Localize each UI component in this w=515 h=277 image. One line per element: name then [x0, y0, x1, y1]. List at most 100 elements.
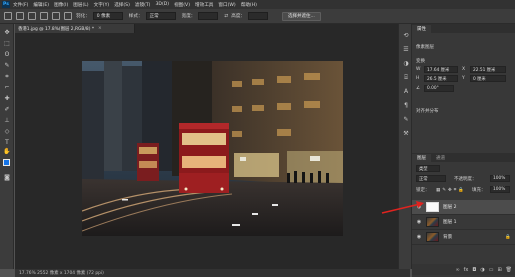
layers-tabs: 图层 通道	[412, 153, 515, 162]
crop-tool-icon[interactable]: ⌗	[3, 73, 11, 81]
menu-edit[interactable]: 编辑(E)	[33, 2, 49, 8]
height-field[interactable]: 26.5 厘米	[424, 75, 458, 82]
status-bar: 17.76% 2552 像素 x 1704 像素 (72 ppi)	[15, 269, 410, 277]
lock-options-icons[interactable]: ▦✎✥⌗🔒	[436, 187, 466, 193]
menu-bar: Ps 文件(F) 编辑(E) 图像(I) 图层(L) 文字(Y) 选择(S) 滤…	[0, 0, 515, 9]
layer-thumbnail	[426, 202, 439, 212]
eye-icon[interactable]: ◉	[415, 219, 423, 225]
opacity-field[interactable]: 100%	[490, 175, 510, 182]
height-input[interactable]	[248, 12, 269, 20]
type-tool-icon[interactable]: T	[3, 139, 11, 147]
adjustment-layer-icon[interactable]: ◑	[480, 267, 484, 273]
menu-help[interactable]: 帮助(H)	[241, 2, 257, 8]
subtract-selection-icon[interactable]	[52, 12, 60, 20]
menu-select[interactable]: 选择(S)	[114, 2, 130, 8]
tools-panel: ✥ ⬚ ʘ ✎ ⌗ ⌐ ✚ ✐ ⊥ ◇ T ✋ ◙	[0, 24, 14, 269]
tab-properties[interactable]: 属性	[412, 25, 431, 33]
brush-settings-icon[interactable]: ✎	[402, 116, 410, 124]
eye-icon[interactable]: ◉	[415, 234, 423, 240]
tool-presets-icon[interactable]: ⚒	[402, 130, 410, 138]
layer-name: 图层 2	[443, 205, 457, 210]
lock-label: 锁定：	[416, 188, 430, 193]
add-mask-icon[interactable]: ◘	[472, 267, 476, 273]
photoshop-logo-icon: Ps	[2, 1, 10, 8]
quick-select-tool-icon[interactable]: ✎	[3, 62, 11, 70]
menu-window[interactable]: 窗口(W)	[218, 2, 235, 8]
h-label: H	[416, 76, 420, 81]
swap-icon[interactable]: ⇄	[224, 14, 228, 19]
menu-layer[interactable]: 图层(L)	[73, 2, 88, 8]
healing-brush-icon[interactable]: ✚	[3, 95, 11, 103]
layer-style-icon[interactable]: fx	[464, 267, 469, 273]
foreground-color-swatch[interactable]	[3, 159, 10, 166]
style-select[interactable]: 正常	[145, 12, 176, 20]
transform-label: 变换	[416, 59, 425, 64]
angle-field[interactable]: 0.00°	[424, 85, 454, 92]
menu-image[interactable]: 图像(I)	[54, 2, 68, 8]
intersect-selection-icon[interactable]	[64, 12, 72, 20]
right-panels: 属性 像素图层 变换 W 17.64 厘米 X 22.51 厘米 H 26.5 …	[412, 24, 515, 277]
fill-label: 填充：	[472, 188, 486, 193]
properties-icon[interactable]: ☰	[402, 46, 410, 54]
pixel-layer-label: 像素图层	[416, 45, 434, 50]
y-label: Y	[462, 76, 465, 81]
tab-channels[interactable]: 通道	[431, 154, 450, 162]
status-text: 17.76% 2552 像素 x 1704 像素 (72 ppi)	[19, 271, 104, 276]
width-input[interactable]	[198, 12, 219, 20]
libraries-icon[interactable]: ⌸	[402, 74, 410, 82]
lasso-tool-icon[interactable]: ʘ	[3, 51, 11, 59]
menu-file[interactable]: 文件(F)	[13, 2, 28, 8]
marquee-tool-icon[interactable]: ⬚	[3, 40, 11, 48]
menu-plugins[interactable]: 增效工具	[195, 2, 213, 8]
collapsed-panels-strip: ⟲ ☰ ◑ ⌸ A ¶ ✎ ⚒	[398, 24, 412, 269]
adjustments-icon[interactable]: ◑	[402, 60, 410, 68]
clone-stamp-icon[interactable]: ⊥	[3, 117, 11, 125]
properties-tabs: 属性	[412, 24, 515, 33]
move-tool-icon[interactable]: ✥	[3, 29, 11, 37]
x-label: X	[462, 67, 466, 72]
blend-mode-select[interactable]: 正常	[416, 175, 446, 182]
layer-row[interactable]: ◉ 背景 🔒	[412, 230, 515, 245]
layer-row[interactable]: ◉ 图层 1	[412, 215, 515, 230]
annotation-arrow-icon	[381, 201, 424, 214]
marquee-preset-icon[interactable]	[16, 12, 24, 20]
home-icon[interactable]	[4, 12, 12, 20]
close-icon[interactable]: ×	[98, 26, 102, 31]
select-and-mask-button[interactable]: 选择并遮住...	[282, 11, 321, 21]
opacity-label: 不透明度：	[454, 177, 477, 182]
menu-view[interactable]: 视图(V)	[174, 2, 190, 8]
delete-layer-icon[interactable]: 🗑	[506, 267, 512, 273]
eraser-tool-icon[interactable]: ◇	[3, 128, 11, 136]
menu-filter[interactable]: 滤镜(T)	[135, 2, 151, 8]
layer-name: 背景	[443, 235, 453, 240]
add-selection-icon[interactable]	[40, 12, 48, 20]
menu-3d[interactable]: 3D(D)	[155, 2, 169, 7]
layer-name: 图层 1	[443, 220, 457, 225]
document-tab[interactable]: 香港1.jpg @ 17.8%(图层 2,RGB/8) * ×	[15, 24, 135, 33]
width-field[interactable]: 17.64 厘米	[424, 66, 458, 73]
new-layer-icon[interactable]: ⊞	[497, 267, 501, 273]
link-layers-icon[interactable]: ∞	[455, 267, 459, 273]
hand-tool-icon[interactable]: ✋	[3, 148, 11, 156]
character-icon[interactable]: A	[402, 88, 410, 96]
y-field[interactable]: 0 厘米	[470, 75, 506, 82]
history-icon[interactable]: ⟲	[402, 32, 410, 40]
quick-mask-icon[interactable]: ◙	[3, 174, 11, 182]
feather-input[interactable]: 0 像素	[92, 12, 123, 20]
fill-field[interactable]: 100%	[490, 186, 510, 193]
new-selection-icon[interactable]	[28, 12, 36, 20]
menu-type[interactable]: 文字(Y)	[94, 2, 110, 8]
image-canvas[interactable]	[82, 61, 343, 236]
angle-icon: ∠	[416, 86, 421, 91]
brush-tool-icon[interactable]: ✐	[3, 106, 11, 114]
layer-row[interactable]: ◉ 图层 2	[412, 200, 515, 215]
paragraph-icon[interactable]: ¶	[402, 102, 410, 110]
w-label: W	[416, 67, 421, 72]
layer-kind-filter[interactable]: 类型	[416, 165, 440, 172]
hong-kong-street-photo	[82, 61, 343, 236]
x-field[interactable]: 22.51 厘米	[470, 66, 506, 73]
tab-layers[interactable]: 图层	[412, 154, 431, 162]
eyedropper-tool-icon[interactable]: ⌐	[3, 84, 11, 92]
group-icon[interactable]: ▭	[489, 267, 494, 273]
lock-icon: 🔒	[505, 234, 511, 240]
